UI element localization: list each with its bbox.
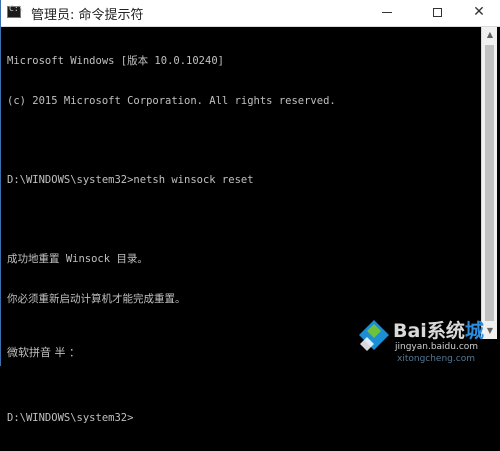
cmd-window: C:\ 管理员: 命令提示符 ✕ Microsoft Windows [版本 1… (0, 0, 500, 424)
watermark-logo-icon (359, 320, 389, 351)
maximize-icon (432, 7, 442, 17)
console-line: D:\WINDOWS\system32>netsh winsock reset (7, 174, 254, 187)
maximize-button[interactable] (415, 0, 459, 26)
scroll-thumb[interactable] (485, 45, 494, 321)
minimize-icon (382, 11, 392, 13)
console-line: 你必须重新启动计算机才能完成重置。 (7, 292, 186, 305)
title-bar[interactable]: C:\ 管理员: 命令提示符 ✕ (1, 0, 500, 27)
close-icon: ✕ (473, 4, 485, 20)
minimize-button[interactable] (365, 0, 409, 26)
console-prompt-line: D:\WINDOWS\system32> (7, 411, 134, 424)
close-button[interactable]: ✕ (457, 0, 500, 26)
console-line: Microsoft Windows [版本 10.0.10240] (7, 55, 224, 68)
vertical-scrollbar[interactable]: ▲ ▼ (481, 27, 497, 339)
cmd-icon: C:\ (7, 4, 23, 18)
console-line: (c) 2015 Microsoft Corporation. All righ… (7, 95, 336, 107)
watermark-brand: Bai系统城 (393, 320, 484, 342)
window-title: 管理员: 命令提示符 (31, 8, 144, 23)
scroll-up-arrow-icon[interactable]: ▲ (482, 27, 498, 43)
watermark-site-secondary: xitongcheng.com (397, 354, 475, 364)
console-output[interactable]: Microsoft Windows [版本 10.0.10240] (c) 20… (7, 29, 477, 423)
watermark-site: jingyan.baidu.com (395, 342, 479, 352)
watermark: Bai系统城 jingyan.baidu.com xitongcheng.com (357, 312, 500, 366)
ime-status: 微软拼音 半 ： (7, 346, 80, 359)
console-line: 成功地重置 Winsock 目录。 (7, 253, 148, 266)
